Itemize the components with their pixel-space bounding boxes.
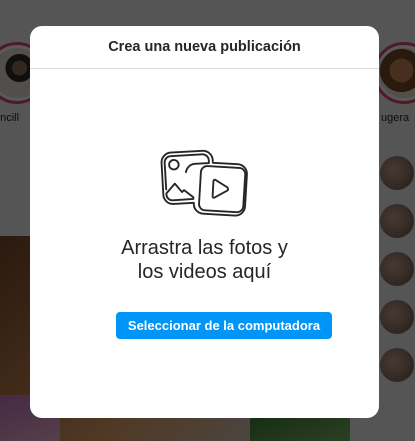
create-post-modal: Crea una nueva publicación Arrastra las … <box>30 26 379 418</box>
drag-photos-instructions: Arrastra las fotos y los videos aquí <box>30 236 379 284</box>
modal-header: Crea una nueva publicación <box>30 26 379 69</box>
modal-title: Crea una nueva publicación <box>108 39 301 55</box>
photo-video-icon <box>160 149 248 217</box>
drag-text-line-2: los videos aquí <box>137 261 272 283</box>
select-from-computer-button[interactable]: Seleccionar de la computadora <box>116 312 332 339</box>
drag-text-line-1: Arrastra las fotos y <box>121 237 288 259</box>
